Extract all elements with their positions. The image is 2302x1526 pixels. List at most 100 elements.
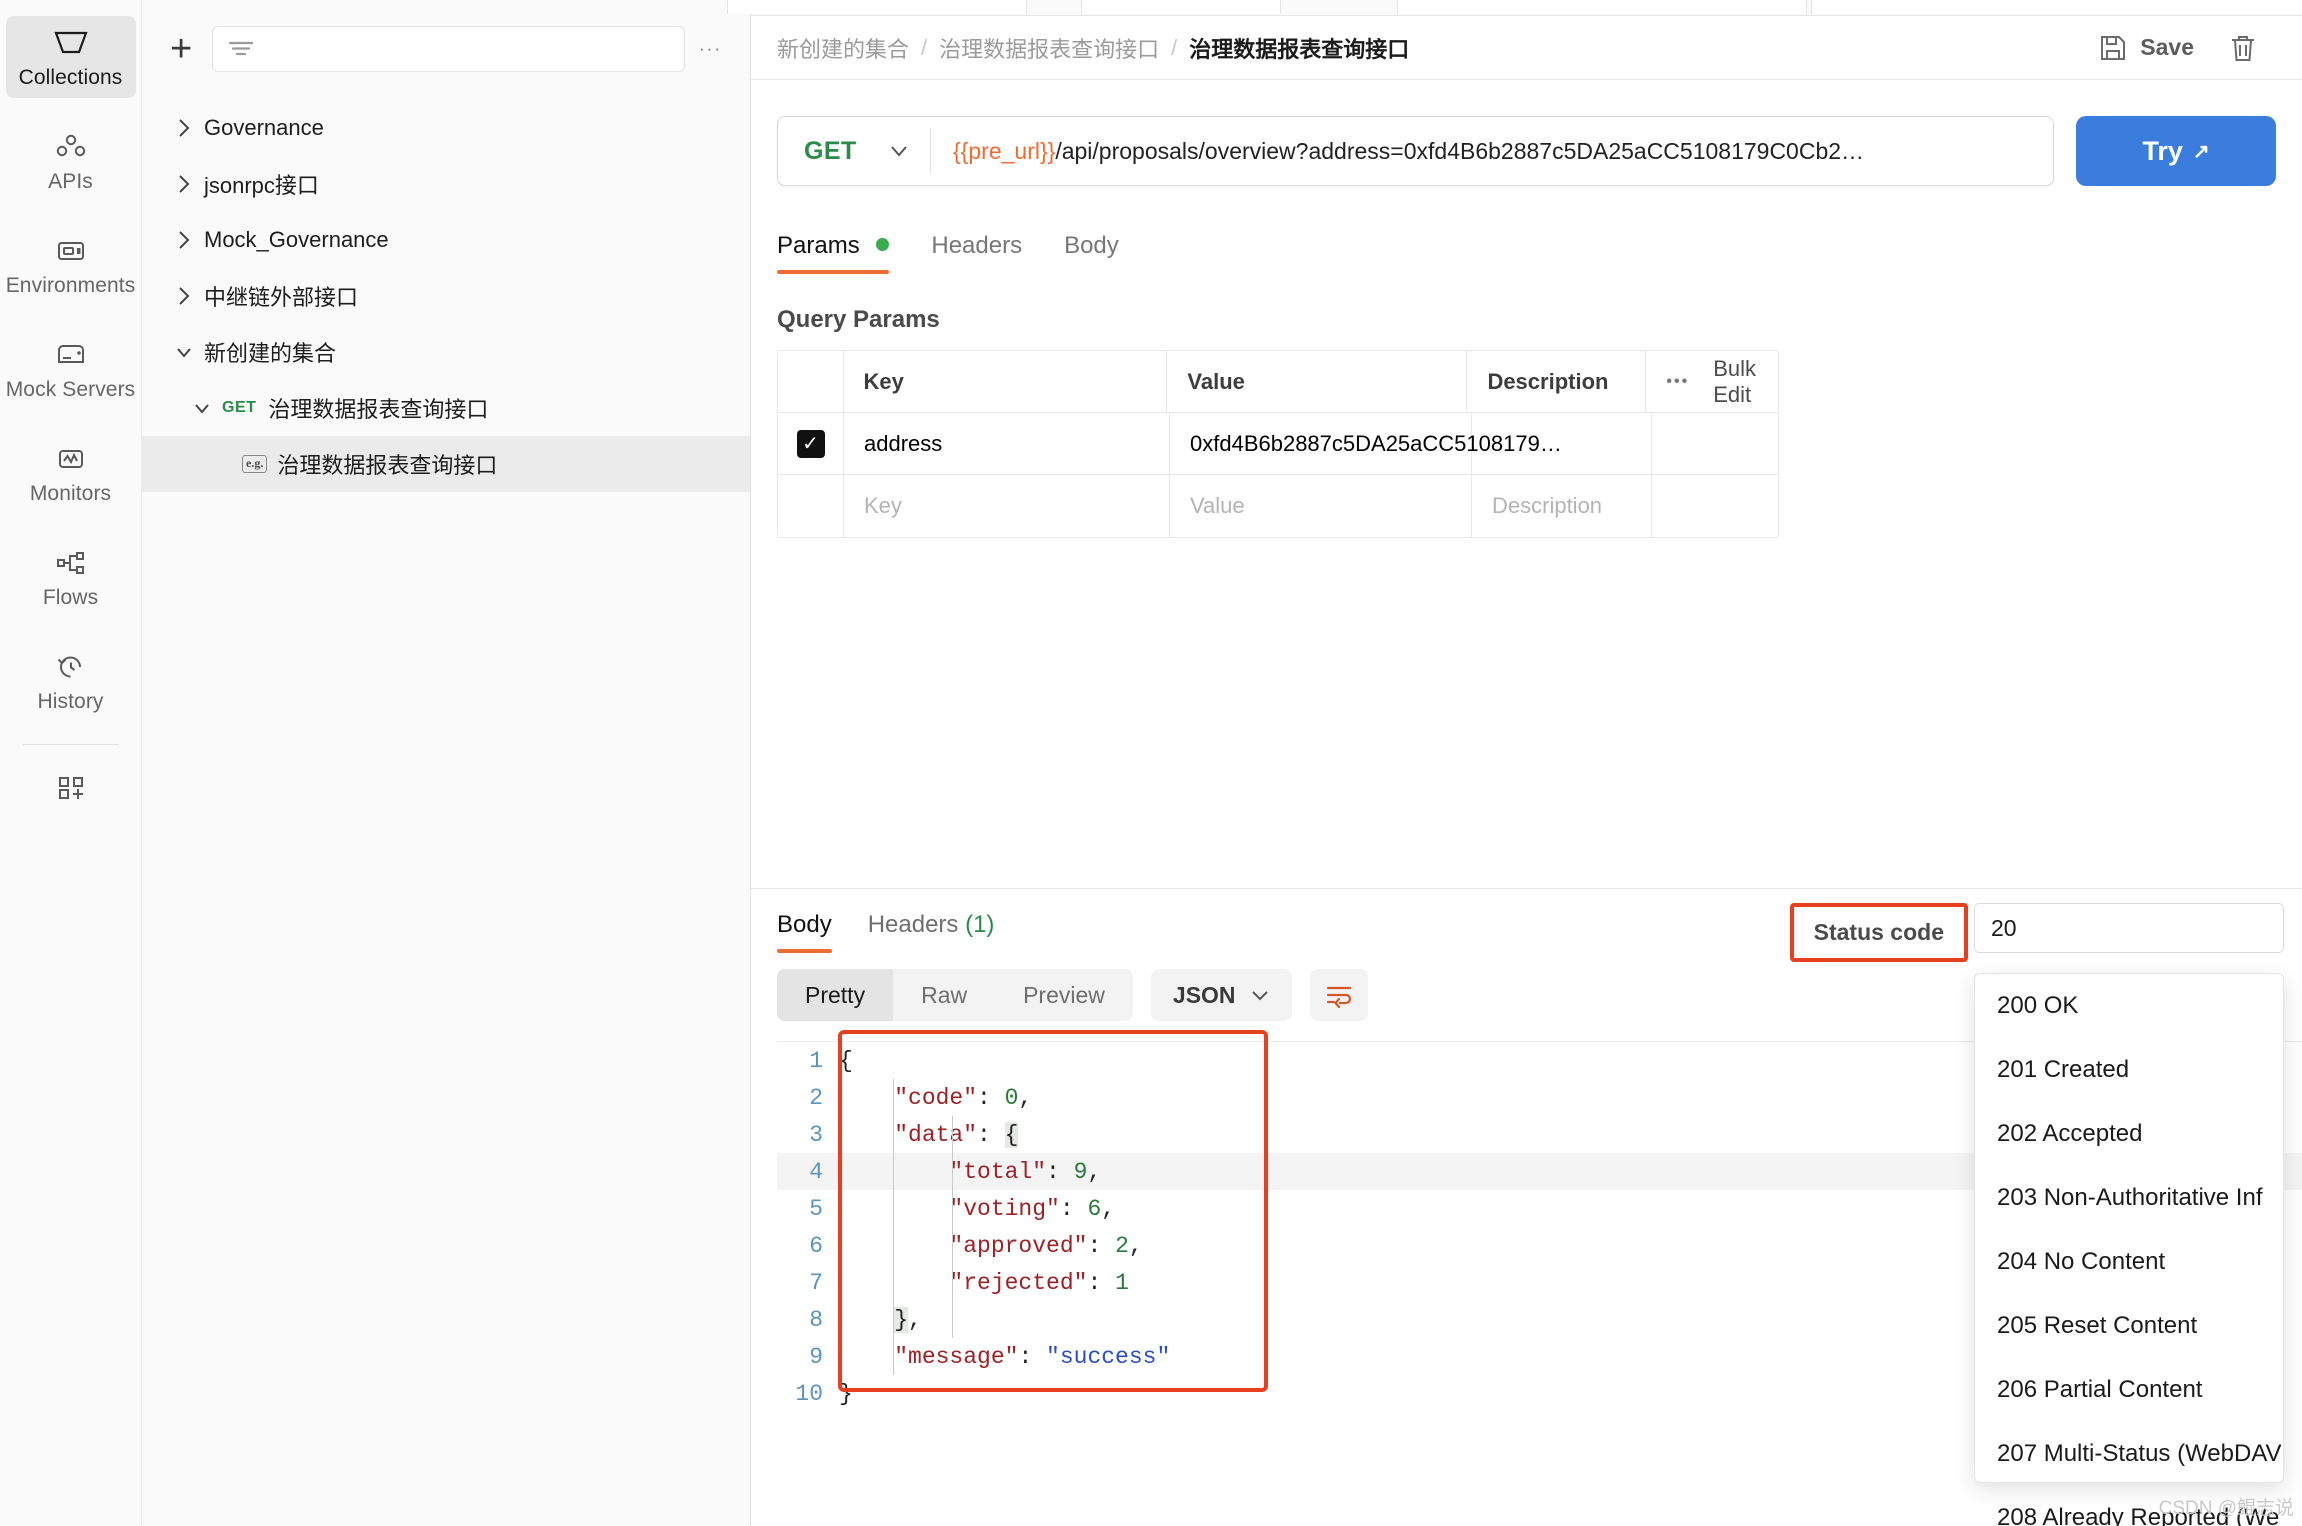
tree-item-relay-chain-external[interactable]: 中继链外部接口 bbox=[142, 268, 750, 324]
rail-item-collections[interactable]: Collections bbox=[5, 16, 136, 98]
chevron-down-icon[interactable] bbox=[164, 340, 204, 364]
line-number: 1 bbox=[809, 1047, 823, 1074]
placeholder-actions-cell bbox=[1652, 475, 1778, 537]
placeholder-description-input[interactable]: Description bbox=[1472, 475, 1652, 537]
header-cell-key: Key bbox=[844, 351, 1168, 412]
view-mode-pretty[interactable]: Pretty bbox=[777, 969, 894, 1021]
ellipsis-icon[interactable]: ••• bbox=[1666, 373, 1689, 391]
response-tab-body-label: Body bbox=[777, 911, 832, 938]
view-mode-segmented: Pretty Raw Preview bbox=[777, 969, 1133, 1021]
chevron-right-icon[interactable] bbox=[164, 172, 204, 196]
tab-body[interactable]: Body bbox=[1064, 232, 1119, 274]
chevron-right-icon[interactable] bbox=[164, 228, 204, 252]
row-checkbox[interactable]: ✓ bbox=[796, 429, 825, 458]
status-code-input[interactable] bbox=[1974, 903, 2284, 953]
dropdown-option[interactable]: 201 Created bbox=[1975, 1038, 2283, 1102]
params-indicator-dot bbox=[876, 238, 890, 251]
text-wrap-button[interactable] bbox=[1309, 969, 1368, 1021]
view-mode-raw[interactable]: Raw bbox=[893, 969, 995, 1021]
line-content: "code": 0, bbox=[839, 1084, 1033, 1111]
status-code-label: Status code bbox=[1789, 903, 1968, 962]
row-value-input[interactable]: 0xfd4B6b2887c5DA25aCC5108179… bbox=[1170, 413, 1562, 474]
try-button[interactable]: Try ↗ bbox=[2076, 116, 2276, 186]
environments-icon bbox=[52, 234, 90, 268]
trash-icon bbox=[2228, 32, 2258, 64]
tree-item-governance[interactable]: Governance bbox=[142, 100, 750, 156]
placeholder-value-input[interactable]: Value bbox=[1170, 475, 1472, 537]
tree-item-label: jsonrpc接口 bbox=[204, 173, 319, 198]
chevron-right-icon[interactable] bbox=[164, 284, 204, 308]
tree-item-mock-governance[interactable]: Mock_Governance bbox=[142, 212, 750, 268]
chevron-down-icon[interactable] bbox=[182, 396, 222, 420]
view-mode-preview[interactable]: Preview bbox=[995, 969, 1133, 1021]
dropdown-option[interactable]: 200 OK bbox=[1975, 974, 2283, 1038]
row-description-input[interactable] bbox=[1472, 413, 1652, 474]
header-cell-actions: ••• Bulk Edit bbox=[1646, 351, 1778, 412]
editor-tab[interactable] bbox=[1397, 0, 1807, 14]
chevron-right-icon[interactable] bbox=[164, 116, 204, 140]
rail-item-environments[interactable]: Environments bbox=[6, 224, 136, 306]
status-code-dropdown[interactable]: 200 OK 201 Created 202 Accepted 203 Non-… bbox=[1974, 973, 2284, 1526]
chevron-down-icon bbox=[1250, 989, 1270, 1002]
tree-item-label: 中继链外部接口 bbox=[204, 285, 359, 310]
dropdown-option[interactable]: 205 Reset Content bbox=[1975, 1294, 2283, 1358]
dropdown-option[interactable]: 202 Accepted bbox=[1975, 1102, 2283, 1166]
tree-item-jsonrpc[interactable]: jsonrpc接口 bbox=[142, 156, 750, 212]
bulk-edit-button[interactable]: Bulk Edit bbox=[1713, 356, 1756, 408]
tree-item-new-collection[interactable]: 新创建的集合 bbox=[142, 324, 750, 380]
line-content: "rejected": 1 bbox=[839, 1269, 1129, 1296]
format-selector[interactable]: JSON bbox=[1150, 969, 1292, 1021]
line-content: "voting": 6, bbox=[839, 1195, 1116, 1222]
collections-tree: Governance jsonrpc接口 Mock_Governance 中继链… bbox=[142, 100, 750, 492]
grid-plus-icon[interactable] bbox=[6, 767, 136, 801]
dropdown-option[interactable]: 207 Multi-Status (WebDAV bbox=[1975, 1422, 2283, 1486]
rail-label-flows: Flows bbox=[42, 586, 99, 609]
row-key-input[interactable]: address bbox=[844, 413, 1170, 474]
response-tab-headers[interactable]: Headers (1) bbox=[868, 911, 995, 953]
tree-item-request-governance-report[interactable]: GET 治理数据报表查询接口 bbox=[142, 380, 750, 436]
editor-tab[interactable] bbox=[727, 0, 1027, 14]
rail-item-history[interactable]: History bbox=[6, 640, 136, 722]
chevron-down-icon bbox=[888, 144, 910, 158]
dropdown-option[interactable]: 204 No Content bbox=[1975, 1230, 2283, 1294]
panel-more-button[interactable]: ··· bbox=[699, 39, 728, 59]
table-header-row: Key Value Description ••• Bulk Edit bbox=[778, 351, 1778, 413]
dropdown-option[interactable]: 203 Non-Authoritative Inf bbox=[1975, 1166, 2283, 1230]
rail-item-mock-servers[interactable]: Mock Servers bbox=[6, 328, 136, 410]
response-tab-body[interactable]: Body bbox=[777, 911, 832, 953]
response-tab-headers-label: Headers bbox=[867, 911, 959, 938]
save-button[interactable]: Save bbox=[2098, 33, 2194, 63]
breadcrumb-item-2[interactable]: 治理数据报表查询接口 bbox=[939, 32, 1159, 64]
line-number: 4 bbox=[809, 1158, 823, 1185]
example-badge-icon: e.g. bbox=[242, 455, 268, 473]
placeholder-key-input[interactable]: Key bbox=[844, 475, 1170, 537]
method-selector[interactable]: GET bbox=[778, 137, 930, 166]
tree-item-label: Mock_Governance bbox=[204, 227, 389, 252]
dropdown-option[interactable]: 206 Partial Content bbox=[1975, 1358, 2283, 1422]
line-number: 9 bbox=[809, 1343, 823, 1370]
app-root: Collections APIs Environments Mock Serve… bbox=[0, 0, 2302, 1526]
rail-divider bbox=[22, 744, 119, 745]
rail-item-monitors[interactable]: Monitors bbox=[6, 432, 136, 514]
rail-item-flows[interactable]: Flows bbox=[6, 536, 136, 618]
url-input[interactable]: {{pre_url}}/api/proposals/overview?addre… bbox=[931, 138, 1864, 165]
line-content: "message": "success" bbox=[839, 1343, 1171, 1370]
tree-item-example-governance-report[interactable]: e.g. 治理数据报表查询接口 bbox=[142, 436, 750, 492]
editor-tab-active[interactable] bbox=[1811, 0, 2302, 14]
table-row: ✓ address 0xfd4B6b2887c5DA25aCC5108179… bbox=[778, 413, 1778, 475]
editor-tab[interactable] bbox=[1081, 0, 1281, 14]
breadcrumb-item-1[interactable]: 新创建的集合 bbox=[777, 32, 909, 64]
arrow-up-right-icon: ↗ bbox=[2192, 140, 2210, 163]
breadcrumb-separator: / bbox=[921, 34, 928, 60]
request-header: 新创建的集合 / 治理数据报表查询接口 / 治理数据报表查询接口 Save bbox=[751, 16, 2302, 80]
tab-headers[interactable]: Headers bbox=[931, 232, 1022, 274]
search-input[interactable] bbox=[212, 26, 686, 72]
line-number: 2 bbox=[809, 1084, 823, 1111]
delete-button[interactable] bbox=[2228, 32, 2258, 64]
tab-params[interactable]: Params bbox=[777, 232, 890, 274]
response-body-toolbar: Pretty Raw Preview JSON bbox=[777, 969, 1368, 1021]
rail-item-apis[interactable]: APIs bbox=[6, 120, 136, 202]
add-collection-button[interactable]: + bbox=[164, 30, 198, 68]
format-label: JSON bbox=[1172, 981, 1236, 1008]
rail-label-apis: APIs bbox=[48, 170, 93, 193]
